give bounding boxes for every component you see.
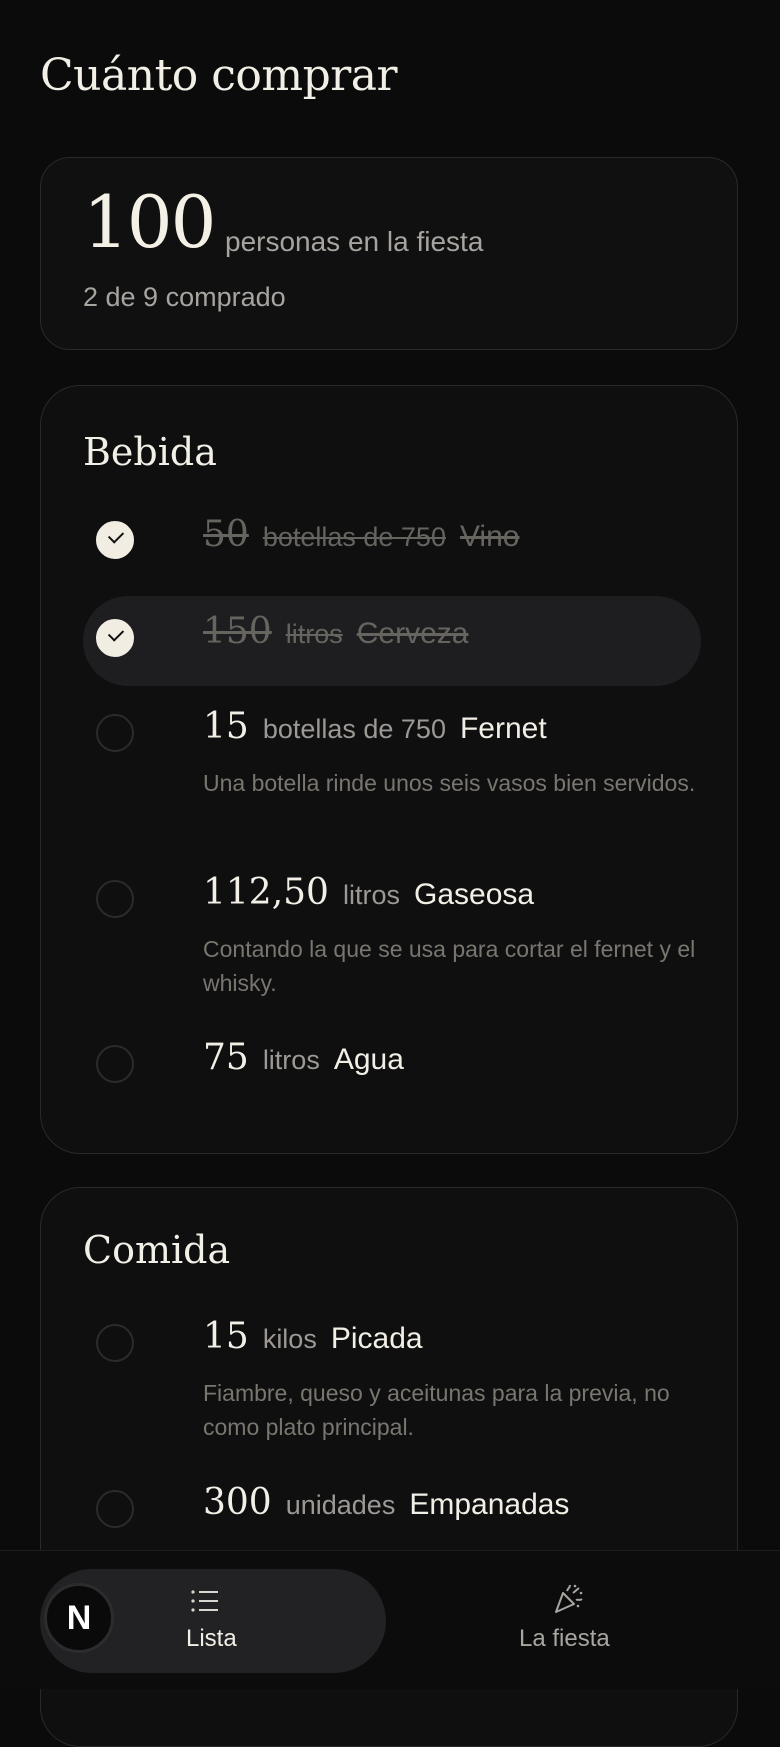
item-unit: kilos	[262, 1324, 317, 1354]
checkbox[interactable]	[96, 1324, 134, 1362]
item-name: Picada	[330, 1322, 423, 1355]
item-name: Empanadas	[409, 1488, 570, 1521]
item-quantity: 300	[203, 1482, 272, 1523]
list-icon	[190, 1587, 220, 1620]
item-name: Agua	[333, 1043, 404, 1076]
people-label: personas en la fiesta	[225, 226, 484, 257]
avatar[interactable]: N	[44, 1583, 114, 1653]
item-name: Cerveza	[356, 617, 469, 650]
item-note: Fiambre, queso y aceitunas para la previ…	[203, 1380, 670, 1440]
item-unit: botellas de 750	[262, 522, 446, 552]
checkbox[interactable]	[96, 1045, 134, 1083]
checkbox[interactable]	[96, 880, 134, 918]
check-icon[interactable]	[96, 619, 134, 657]
item-quantity: 112,50	[203, 872, 329, 913]
check-icon[interactable]	[96, 521, 134, 559]
item-quantity: 50	[203, 514, 249, 555]
checkbox[interactable]	[96, 1490, 134, 1528]
section-title: Bebida	[83, 430, 217, 474]
item-unit: botellas de 750	[262, 714, 446, 744]
item-quantity: 150	[203, 611, 272, 652]
item-unit: litros	[262, 1045, 320, 1075]
item-quantity: 15	[203, 706, 249, 747]
page-title: Cuánto comprar	[40, 50, 398, 101]
item-note: Contando la que se usa para cortar el fe…	[203, 936, 696, 996]
bottom-nav: N Lista La fiesta	[0, 1550, 780, 1689]
item-name: Fernet	[459, 712, 547, 745]
summary-card: 100 personas en la fiesta 2 de 9 comprad…	[40, 157, 738, 350]
item-unit: litros	[285, 619, 343, 649]
party-popper-icon	[552, 1583, 584, 1620]
item-unit: unidades	[285, 1490, 396, 1520]
purchase-progress: 2 de 9 comprado	[83, 282, 286, 312]
item-name: Gaseosa	[413, 878, 535, 911]
section-title: Comida	[83, 1228, 231, 1272]
item-quantity: 15	[203, 1316, 249, 1357]
item-name: Vino	[459, 520, 520, 553]
tab-lista[interactable]: N Lista	[40, 1569, 386, 1673]
checkbox[interactable]	[96, 714, 134, 752]
tab-label: Lista	[186, 1625, 237, 1652]
item-unit: litros	[342, 880, 400, 910]
item-note: Una botella rinde unos seis vasos bien s…	[203, 770, 696, 796]
section-bebida: Bebida 50 botellas de 750 Vino 150 litros Ce…	[40, 385, 738, 1154]
tab-label: La fiesta	[519, 1625, 610, 1652]
people-count: 100	[83, 180, 216, 264]
item-quantity: 75	[203, 1037, 249, 1078]
